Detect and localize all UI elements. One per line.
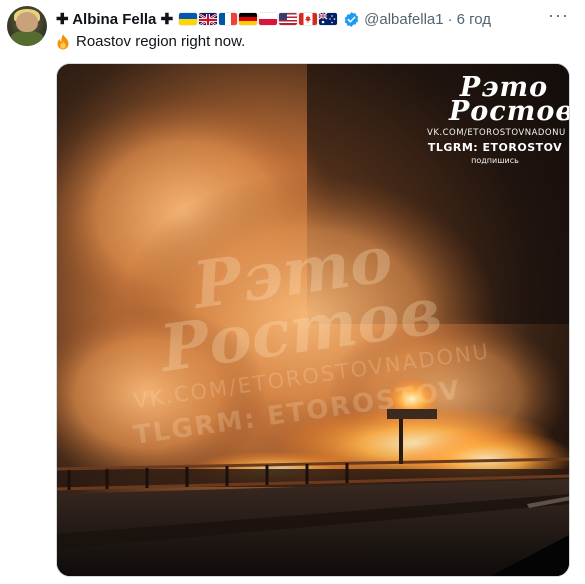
- tweet-text: Roastov region right now.: [56, 33, 245, 50]
- france-flag-icon: [219, 13, 238, 25]
- author-name: Albina Fella: [72, 11, 157, 28]
- australia-flag-icon: [319, 13, 338, 25]
- watermark-logo: Рэто Ростов: [449, 74, 570, 127]
- verified-badge-icon[interactable]: [343, 11, 360, 28]
- avatar-body: [10, 31, 44, 46]
- poland-flag-icon: [259, 13, 278, 25]
- more-dots-icon[interactable]: ···: [548, 6, 569, 24]
- tweet-timestamp[interactable]: 6 год: [457, 11, 491, 28]
- author-name-link[interactable]: ✚ Albina Fella ✚: [56, 10, 173, 28]
- usa-flag-icon: [279, 13, 298, 25]
- tweet-header: ✚ Albina Fella ✚ @albafella1 · 6 год: [56, 9, 491, 29]
- header-separator: ·: [447, 10, 453, 28]
- avatar[interactable]: [7, 6, 47, 46]
- uk-flag-icon: [199, 13, 218, 25]
- name-suffix-symbol: ✚: [160, 11, 174, 28]
- watermark-telegram: TLGRM: ETOROSTOV: [427, 141, 563, 154]
- tweet[interactable]: ✚ Albina Fella ✚ @albafella1 · 6 год ···…: [0, 0, 585, 584]
- tweet-text-content: Roastov region right now.: [76, 33, 246, 50]
- watermark-url: VK.COM/ETOROSTOVNADONU: [427, 128, 566, 138]
- canada-flag-icon: [299, 13, 318, 25]
- avatar-face: [16, 12, 38, 32]
- watermark-subscribe: подпишись: [471, 156, 519, 165]
- name-prefix-symbol: ✚: [56, 11, 69, 28]
- tweet-media-video[interactable]: Рэто Ростов VK.COM/ETOROSTOVNADONU TLGRM…: [56, 63, 570, 577]
- ukraine-flag-icon: [179, 13, 198, 25]
- flag-emojis: [179, 13, 338, 25]
- fire-icon: [57, 34, 69, 49]
- germany-flag-icon: [239, 13, 258, 25]
- watermark-logo-line2: Ростов: [449, 96, 570, 127]
- author-handle[interactable]: @albafella1: [364, 11, 443, 28]
